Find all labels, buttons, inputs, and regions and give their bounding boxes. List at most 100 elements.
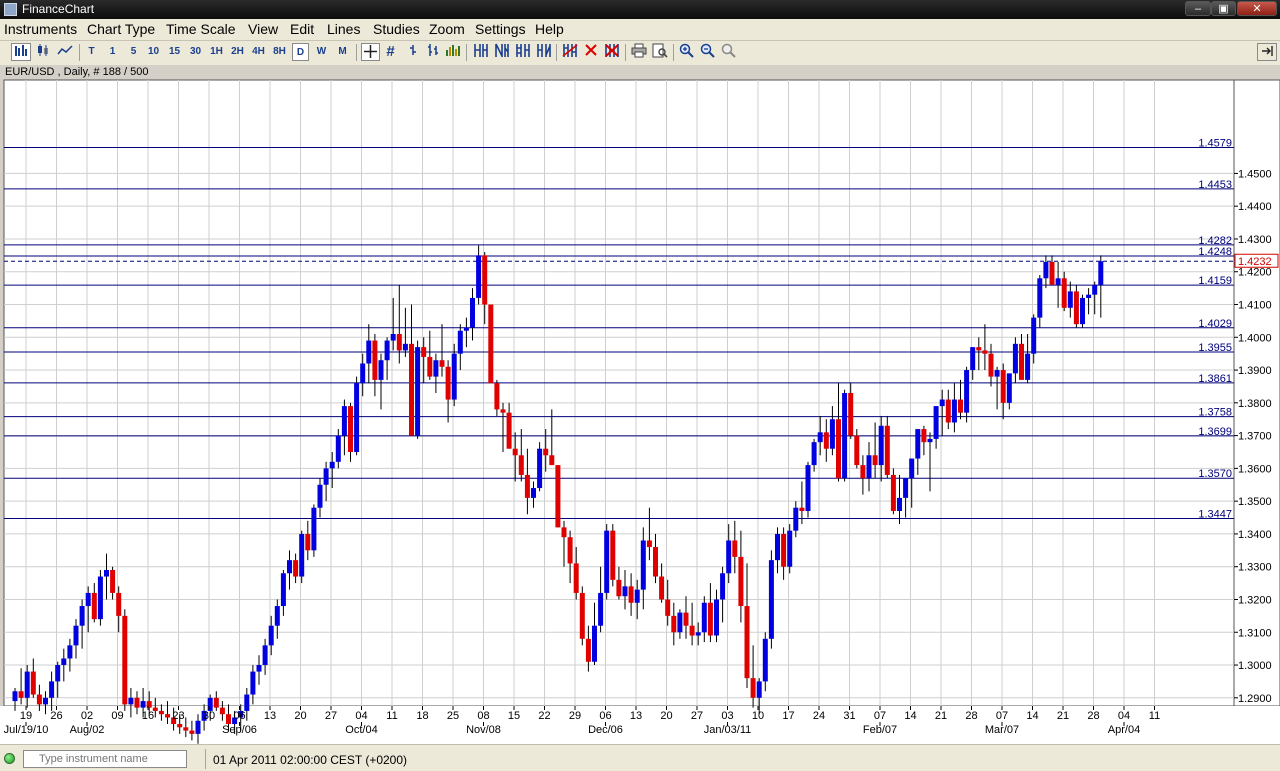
select-lines-icon[interactable] (561, 43, 578, 61)
y-tick-label: 1.4100 (1238, 300, 1272, 312)
candle-body (79, 606, 85, 626)
timeframe-15-button[interactable]: 15 (166, 43, 183, 61)
zoom-reset-icon[interactable] (720, 43, 737, 61)
candle-body (1092, 284, 1098, 295)
candle-body (884, 425, 890, 475)
candle-body (659, 576, 665, 600)
y-tick-label: 1.4500 (1238, 168, 1272, 180)
menu-edit[interactable]: Edit (290, 21, 314, 37)
candle-body (640, 540, 646, 590)
instrument-search-input[interactable] (23, 750, 187, 768)
menu-studies[interactable]: Studies (373, 21, 420, 37)
price-chart[interactable]: 1.45791.44531.42821.42481.41591.40291.39… (0, 79, 1280, 744)
x-tick-label: 08 (477, 710, 489, 722)
panel-toggle-icon[interactable] (1257, 43, 1277, 61)
candle-body (482, 255, 488, 305)
bar-chart-icon[interactable] (11, 43, 31, 61)
line-chart-icon[interactable] (55, 43, 75, 61)
menu-zoom[interactable]: Zoom (429, 21, 465, 37)
candle-body (110, 569, 116, 593)
candle-body (470, 297, 475, 328)
timeframe-4h-button[interactable]: 4H (250, 43, 267, 61)
timeframe-d-button[interactable]: D (292, 43, 309, 61)
timeframe-10-button[interactable]: 10 (145, 43, 162, 61)
minimize-button[interactable]: – (1185, 1, 1211, 16)
candlestick-chart-icon[interactable] (33, 43, 53, 61)
y-tick-label: 1.3800 (1238, 398, 1272, 410)
print-icon[interactable] (630, 43, 647, 61)
candle-body (189, 730, 195, 734)
timeframe-1h-button[interactable]: 1H (208, 43, 225, 61)
timeframe-2h-button[interactable]: 2H (229, 43, 246, 61)
candle-body (897, 497, 902, 511)
candle-body (836, 419, 841, 479)
x-tick-label: 27 (691, 710, 703, 722)
timeframe-w-button[interactable]: W (313, 43, 330, 61)
candle-body (494, 383, 500, 410)
candle-body (207, 697, 213, 711)
candle-body (348, 406, 353, 452)
timeframe-30-button[interactable]: 30 (187, 43, 204, 61)
trend-line-icon[interactable] (472, 43, 489, 61)
zoom-in-icon[interactable] (678, 43, 695, 61)
x-tick-label: 27 (325, 710, 337, 722)
candle-body (567, 537, 573, 564)
crosshair-icon[interactable] (361, 43, 380, 61)
x-month-label: Nov/08 (466, 724, 501, 736)
menu-view[interactable]: View (248, 21, 278, 37)
y-tick-label: 1.3200 (1238, 594, 1272, 606)
channel-line-icon[interactable] (493, 43, 510, 61)
candle-body (1067, 291, 1073, 308)
menu-settings[interactable]: Settings (475, 21, 526, 37)
x-tick-label: 16 (142, 710, 154, 722)
timeframe-t-button[interactable]: T (83, 43, 100, 61)
candle-body (1031, 317, 1037, 354)
candle-body (561, 527, 567, 538)
print-preview-icon[interactable] (651, 43, 668, 61)
candle-body (506, 412, 512, 449)
ohlc-cursor-icon[interactable] (424, 43, 441, 61)
fibonacci-icon[interactable] (514, 43, 531, 61)
candle-body (390, 334, 396, 341)
candle-body (12, 691, 18, 702)
connection-status-icon (4, 753, 15, 764)
candle-body (1037, 278, 1043, 318)
timeframe-8h-button[interactable]: 8H (271, 43, 288, 61)
x-tick-label: 19 (20, 710, 32, 722)
zoom-out-icon[interactable] (699, 43, 716, 61)
candle-body (592, 625, 597, 662)
candle-body (146, 701, 152, 708)
candle-body (518, 455, 524, 475)
delete-line-icon[interactable] (582, 43, 599, 61)
candle-body (73, 625, 79, 646)
maximize-button[interactable]: ▣ (1211, 1, 1236, 16)
candle-body (524, 474, 530, 498)
timeframe-m-button[interactable]: M (334, 43, 351, 61)
delete-all-lines-icon[interactable] (603, 43, 620, 61)
x-month-label: Feb/07 (863, 724, 897, 736)
candle-body (439, 360, 445, 367)
candle-body (970, 347, 976, 371)
candle-body (1049, 261, 1055, 285)
menu-help[interactable]: Help (535, 21, 564, 37)
info-cursor-icon[interactable] (404, 43, 421, 61)
menu-instruments[interactable]: Instruments (4, 21, 77, 37)
menu-time-scale[interactable]: Time Scale (166, 21, 236, 37)
x-tick-label: 07 (874, 710, 886, 722)
gann-line-icon[interactable] (535, 43, 552, 61)
timeframe-5-button[interactable]: 5 (125, 43, 142, 61)
current-price-label: 1.4232 (1238, 256, 1272, 268)
candle-body (512, 448, 518, 456)
menu-lines[interactable]: Lines (327, 21, 360, 37)
close-button[interactable]: ✕ (1237, 1, 1277, 16)
grid-toggle-icon[interactable]: # (382, 43, 399, 61)
x-month-label: Jan/03/11 (704, 724, 752, 736)
menu-chart-type[interactable]: Chart Type (87, 21, 155, 37)
candle-body (976, 347, 982, 351)
candle-body (610, 530, 616, 580)
volume-bars-icon[interactable] (444, 43, 461, 61)
candle-body (903, 478, 909, 498)
candle-body (829, 419, 835, 449)
timeframe-1-button[interactable]: 1 (104, 43, 121, 61)
candle-body (872, 455, 878, 466)
